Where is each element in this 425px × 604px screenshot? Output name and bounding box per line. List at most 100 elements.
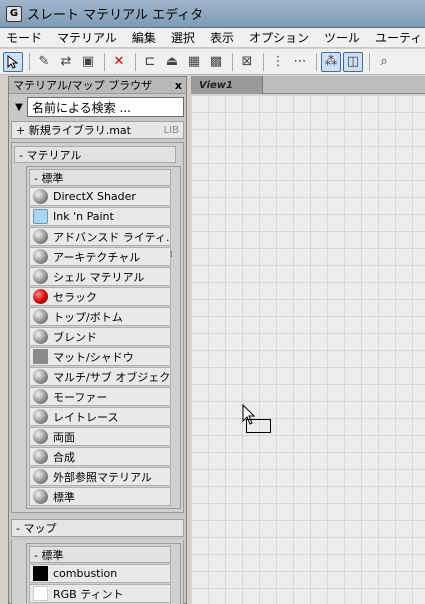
layout-button[interactable]: ⏏ [162,52,182,72]
close-icon[interactable]: x [175,79,182,92]
material-item[interactable]: 標準 [29,487,171,506]
new-library-label: + 新規ライブラリ.mat [16,124,131,137]
assign-icon: ▣ [81,54,95,69]
gray-square-icon [33,349,48,364]
node-view-canvas[interactable] [191,95,425,604]
material-item-label: マルチ/サブ オブジェクト [53,370,170,384]
material-item-label: 標準 [53,490,75,504]
sphere-gray-icon [33,329,48,344]
material-item[interactable]: シェル マテリアル [29,267,171,286]
material-item[interactable]: Ink 'n Paint [29,207,171,226]
toolbar-separator [135,52,136,71]
toolbar-separator [369,52,370,71]
material-item-label: アドバンスド ライティ... [53,230,170,244]
sphere-gray-icon [33,429,48,444]
material-item-label: 両面 [53,430,75,444]
materials-group-header[interactable]: - マテリアル [14,146,176,163]
material-item-label: セラック [53,290,97,304]
material-item[interactable]: ブレンド [29,327,171,346]
material-item-label: レイトレース [53,410,119,424]
title-bar: G スレート マテリアル エディタ [0,0,425,28]
select-tool-button[interactable] [3,51,23,72]
sphere-gray-icon [33,369,48,384]
material-item-label: モーファー [53,390,108,404]
white-square-icon [33,586,48,601]
sphere-gray-icon [33,489,48,504]
maps-group: - 標準 combustion RGB ティント [11,540,184,604]
show-map-button[interactable]: ▦ [184,52,204,72]
menu-select[interactable]: 選択 [171,29,195,46]
panel-resize-grip[interactable]: ⁞ [170,250,173,260]
sphere-gray-icon [33,229,48,244]
map-item[interactable]: combustion [29,564,171,583]
material-item[interactable]: レイトレース [29,407,171,426]
eyedropper-icon: ✎ [38,54,50,69]
sphere-gray-icon [33,249,48,264]
menu-edit[interactable]: 編集 [132,29,156,46]
material-item[interactable]: 外部参照マテリアル [29,467,171,486]
menu-view[interactable]: 表示 [210,29,234,46]
param-icon: ◫ [346,54,360,69]
menu-tools[interactable]: ツール [324,29,360,46]
material-item[interactable]: 両面 [29,427,171,446]
app-icon[interactable]: G [6,5,22,22]
delete-button[interactable]: ✕ [109,52,129,72]
show-background-button[interactable]: ▩ [206,52,226,72]
new-library-rollout[interactable]: + 新規ライブラリ.mat LIB [11,121,184,139]
material-item-label: 合成 [53,450,75,464]
view-tab-bar: View1 [191,76,425,94]
map-item[interactable]: RGB ティント [29,584,171,603]
material-item[interactable]: アーキテクチャル [29,247,171,266]
toolbar-separator [29,52,30,71]
lib-tag: LIB [163,124,179,136]
material-item[interactable]: マルチ/サブ オブジェクト [29,367,171,386]
eyedropper-button[interactable]: ✎ [34,52,54,72]
maps-group-header[interactable]: - マップ [11,519,184,537]
material-item[interactable]: 合成 [29,447,171,466]
put-to-scene-button[interactable]: ⇄ [56,52,76,72]
layout-vertical-icon: ⋮ [271,54,285,69]
checker-bg-icon: ▩ [209,54,223,69]
material-item[interactable]: モーファー [29,387,171,406]
sphere-gray-icon [33,189,48,204]
layout-horizontal-button[interactable]: ⋯ [290,52,310,72]
layout-icon: ⏏ [165,54,179,69]
light-blue-square-icon [33,209,48,224]
toolbar-separator [104,52,105,71]
material-item-label: トップ/ボトム [53,310,123,324]
put-scene-icon: ⇄ [60,54,72,69]
maps-standard-header[interactable]: - 標準 [29,546,171,563]
material-item-label: DirectX Shader [53,190,136,203]
search-row: ▼ 名前による検索 ... [11,96,184,118]
preview-button[interactable]: ⊠ [237,52,257,72]
drag-rectangle [246,419,271,433]
nodes-icon: ⁂ [324,54,338,69]
move-children-button[interactable]: ⊏ [140,52,160,72]
map-item-label: combustion [53,567,118,580]
material-item[interactable]: DirectX Shader [29,187,171,206]
material-map-browser: マテリアル/マップ ブラウザ x ▼ 名前による検索 ... + 新規ライブラリ… [8,76,187,604]
search-input[interactable]: 名前による検索 ... [27,97,184,117]
menu-mode[interactable]: モード [6,29,42,46]
materials-standard-header[interactable]: - 標準 [29,169,171,186]
material-item[interactable]: セラック [29,287,171,306]
toolbar-separator [232,52,233,71]
material-item[interactable]: マット/シャドウ [29,347,171,366]
node-tool-button[interactable]: ⁂ [321,51,341,72]
search-button[interactable]: ⌕ [374,52,394,72]
layout-vertical-button[interactable]: ⋮ [268,52,288,72]
menu-options[interactable]: オプション [249,29,309,46]
menu-bar: モード マテリアル 編集 選択 表示 オプション ツール ユーティ [0,28,425,48]
material-item-label: シェル マテリアル [53,270,145,284]
delete-icon: ✕ [113,54,125,69]
window-title: スレート マテリアル エディタ [27,8,204,23]
assign-material-button[interactable]: ▣ [78,52,98,72]
material-item[interactable]: トップ/ボトム [29,307,171,326]
material-item[interactable]: アドバンスド ライティ... [29,227,171,246]
chevron-down-icon[interactable]: ▼ [11,102,27,113]
material-item-label: マット/シャドウ [53,350,134,364]
menu-material[interactable]: マテリアル [57,29,117,46]
view-tab[interactable]: View1 [191,76,263,94]
parameter-editor-button[interactable]: ◫ [343,51,363,72]
menu-utilities[interactable]: ユーティ [375,29,422,46]
